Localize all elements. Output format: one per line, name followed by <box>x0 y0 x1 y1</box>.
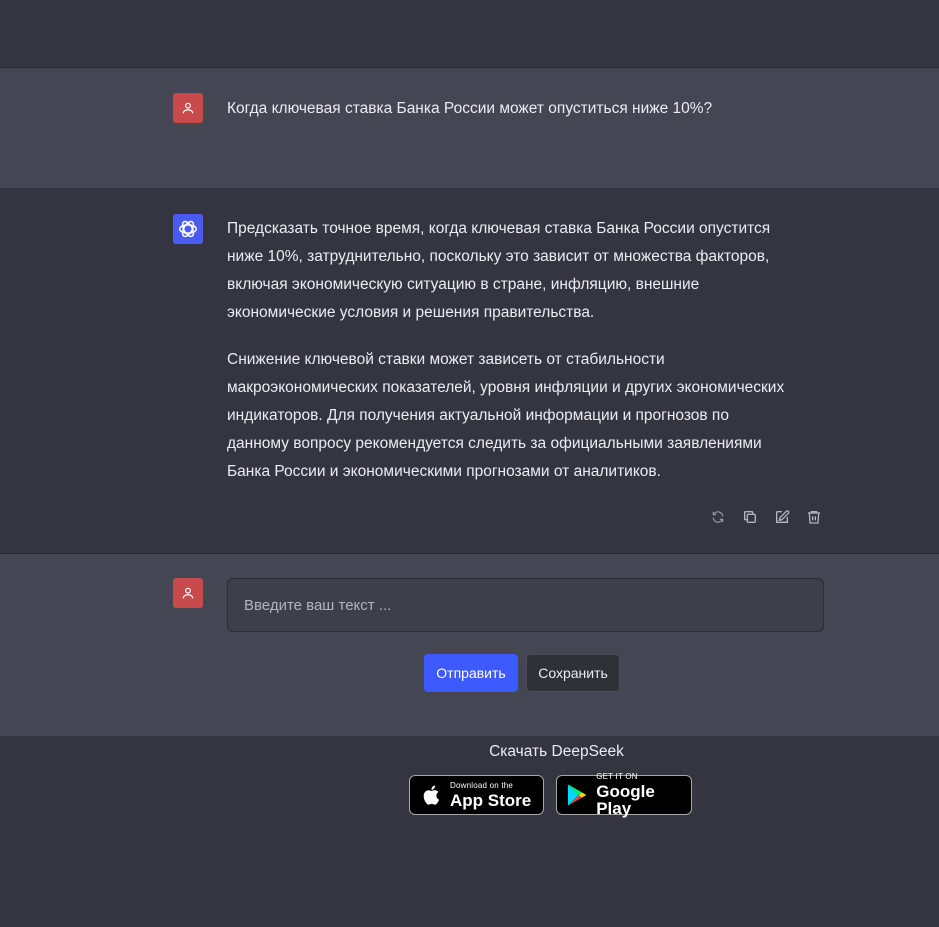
download-title: Скачать DeepSeek <box>489 743 624 760</box>
edit-button[interactable] <box>773 508 791 526</box>
message-input[interactable] <box>227 578 824 632</box>
user-avatar <box>173 93 203 123</box>
copy-button[interactable] <box>741 508 759 526</box>
user-message-text: Когда ключевая ставка Банка России может… <box>227 100 713 117</box>
google-play-badge[interactable]: GET IT ON Google Play <box>556 772 692 818</box>
save-button[interactable]: Сохранить <box>526 654 620 692</box>
delete-button[interactable] <box>805 508 823 526</box>
assistant-paragraph: Предсказать точное время, когда ключевая… <box>227 220 771 321</box>
assistant-message-text: Предсказать точное время, когда ключевая… <box>227 215 787 505</box>
google-play-big-text: Google Play <box>596 782 655 818</box>
assistant-paragraph: Снижение ключевой ставки может зависеть … <box>227 351 785 480</box>
assistant-message-row: Предсказать точное время, когда ключевая… <box>0 188 939 554</box>
message-actions <box>709 508 823 526</box>
assistant-avatar <box>173 214 203 244</box>
regenerate-button[interactable] <box>709 508 727 526</box>
composer-row: Отправить Сохранить <box>0 554 939 736</box>
refresh-icon <box>712 511 724 523</box>
user-message-row: Когда ключевая ставка Банка России может… <box>0 68 939 188</box>
user-icon <box>182 587 194 599</box>
app-store-badge[interactable]: Download on the App Store <box>409 775 544 815</box>
send-button[interactable]: Отправить <box>424 654 518 692</box>
apple-icon <box>423 785 440 805</box>
edit-icon <box>776 510 790 523</box>
trash-icon <box>808 511 820 524</box>
user-icon <box>182 102 194 114</box>
google-play-icon <box>567 784 587 806</box>
app-store-small-text: Download on the <box>450 780 514 790</box>
openai-logo-icon <box>179 220 197 238</box>
app-store-big-text: App Store <box>450 790 532 810</box>
user-avatar <box>173 578 203 608</box>
top-bar <box>0 0 939 68</box>
footer: Скачать DeepSeek Download on the App Sto… <box>0 736 939 927</box>
copy-icon <box>744 511 756 523</box>
google-play-small-text: GET IT ON <box>596 772 638 781</box>
